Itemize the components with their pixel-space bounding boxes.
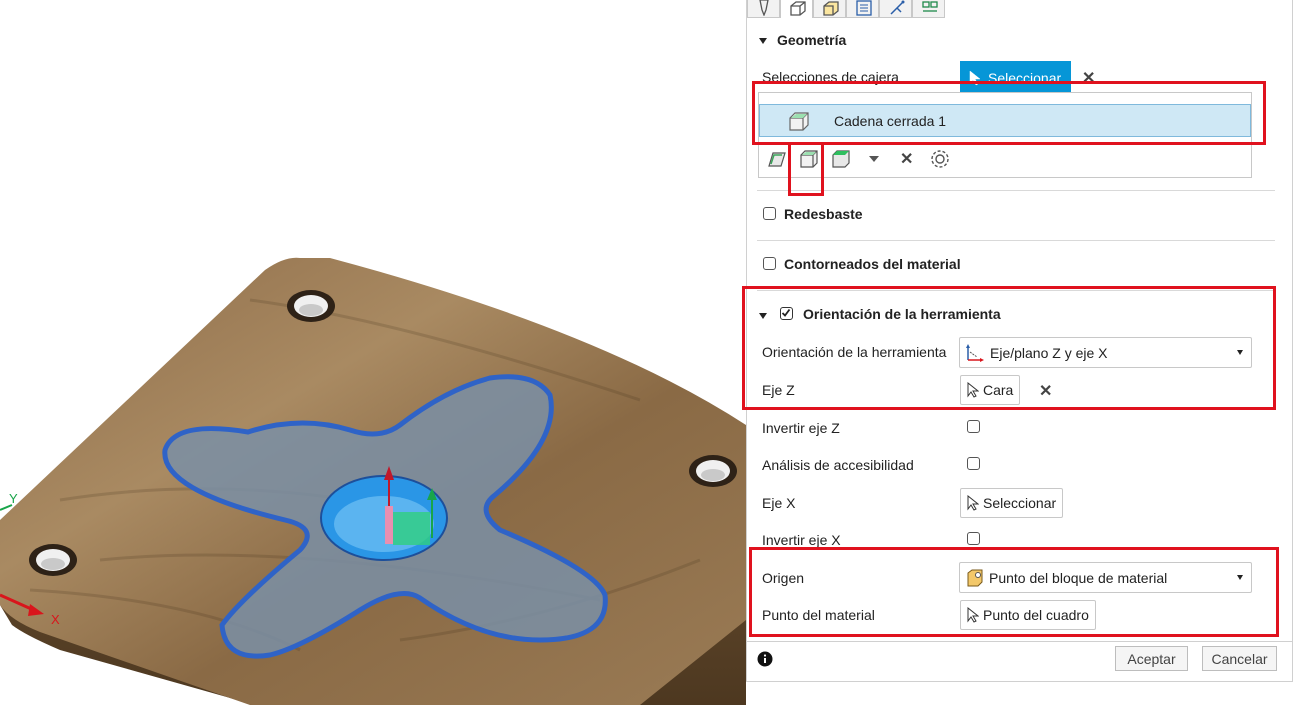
stock-contours-checkbox[interactable]	[763, 257, 776, 270]
select-pocket-button-label: Seleccionar	[988, 69, 1062, 86]
x-axis-select-button[interactable]: Seleccionar	[960, 488, 1064, 518]
selection-item-label: Cadena cerrada 1	[834, 113, 947, 129]
pocket-selections-label: Selecciones de cajera	[762, 69, 899, 85]
stock-point-label: Punto del material	[762, 607, 875, 623]
face-selection-icon[interactable]	[831, 149, 851, 169]
clear-selection-icon[interactable]: ✕	[1082, 68, 1095, 88]
origin-value: Punto del bloque de material	[989, 569, 1168, 586]
cursor-icon	[967, 495, 979, 511]
axis-orientation-icon	[966, 343, 984, 362]
orientation-value: Eje/plano Z y eje X	[990, 344, 1108, 361]
rest-machining-checkbox[interactable]	[763, 207, 776, 220]
origin-label: Origen	[762, 570, 805, 586]
cursor-icon	[969, 69, 981, 85]
hole-top	[287, 290, 335, 322]
silhouette-icon[interactable]	[767, 149, 787, 169]
remove-icon[interactable]: ✕	[900, 149, 913, 169]
geometry-icon	[790, 1, 806, 16]
passes-icon	[856, 0, 872, 16]
ok-button[interactable]: Aceptar	[1115, 646, 1188, 671]
footer-divider	[747, 641, 1292, 642]
gear-icon[interactable]	[930, 149, 950, 169]
tool-icon	[759, 0, 769, 16]
tab-geometry[interactable]	[780, 0, 813, 18]
stock-contours-label: Contorneados del material	[784, 256, 961, 272]
flip-x-label: Invertir eje X	[762, 532, 841, 548]
divider	[757, 290, 1275, 291]
select-pocket-button[interactable]: Seleccionar	[960, 61, 1072, 94]
divider	[757, 240, 1275, 241]
tool-orientation-title: Orientación de la herramienta	[803, 306, 1001, 322]
origin-dropdown[interactable]: Punto del bloque de material	[959, 562, 1252, 593]
tab-shaft-holder[interactable]	[912, 0, 945, 18]
panel-tabs	[747, 0, 945, 18]
triad-plane	[393, 512, 430, 545]
stock-point-button[interactable]: Punto del cuadro	[960, 600, 1096, 630]
rest-machining-label: Redesbaste	[784, 206, 863, 222]
orientation-dropdown[interactable]: Eje/plano Z y eje X	[959, 337, 1252, 368]
accessibility-checkbox[interactable]	[967, 457, 980, 470]
geometry-collapse-icon[interactable]	[759, 34, 769, 46]
tool-orientation-collapse-icon[interactable]	[759, 309, 769, 321]
cursor-icon	[967, 607, 979, 623]
tab-passes[interactable]	[846, 0, 879, 18]
cursor-icon	[967, 382, 979, 398]
z-axis-face-label: Cara	[983, 382, 1014, 398]
x-axis-label: Eje X	[762, 495, 796, 511]
tool-orientation-checkbox[interactable]	[780, 307, 793, 320]
stock-box-point-icon	[967, 569, 983, 586]
z-axis-face-button[interactable]: Cara	[960, 375, 1021, 405]
linking-icon	[890, 0, 905, 15]
z-axis-label: Eje Z	[762, 382, 795, 398]
hole-left	[29, 544, 77, 576]
geometry-title: Geometría	[777, 32, 847, 48]
triad-origin	[385, 506, 393, 544]
closed-chain-icon	[789, 112, 809, 131]
x-axis-select-label: Seleccionar	[983, 495, 1057, 511]
tab-linking[interactable]	[879, 0, 912, 18]
checkmark-icon	[781, 308, 791, 317]
flip-z-checkbox[interactable]	[967, 420, 980, 433]
tab-tool[interactable]	[747, 0, 780, 18]
selection-item[interactable]: Cadena cerrada 1	[759, 104, 1251, 137]
stock-point-value: Punto del cuadro	[983, 607, 1089, 623]
axis-y-label: Y	[9, 491, 18, 506]
hole-right	[689, 455, 737, 487]
model-canvas[interactable]: X Y	[0, 0, 746, 705]
clear-z-axis-icon[interactable]: ✕	[1039, 381, 1052, 401]
cancel-button[interactable]: Cancelar	[1202, 646, 1277, 671]
pocket-selection-icon[interactable]	[799, 149, 819, 169]
orientation-label: Orientación de la herramienta	[762, 344, 947, 360]
info-icon[interactable]	[757, 651, 773, 667]
axis-x-label: X	[51, 612, 60, 627]
tab-heights[interactable]	[813, 0, 846, 18]
flip-z-label: Invertir eje Z	[762, 420, 840, 436]
cancel-button-label: Cancelar	[1211, 650, 1268, 667]
shaft-holder-icon	[922, 1, 938, 12]
3d-viewport[interactable]: X Y	[0, 0, 746, 705]
chevron-down-icon[interactable]	[869, 156, 879, 162]
flip-x-checkbox[interactable]	[967, 532, 980, 545]
heights-icon	[823, 1, 839, 16]
pocket-operation-panel: Geometría Selecciones de cajera Seleccio…	[746, 0, 1293, 682]
accessibility-label: Análisis de accesibilidad	[762, 457, 914, 473]
ok-button-label: Aceptar	[1127, 650, 1176, 667]
divider	[757, 190, 1275, 191]
